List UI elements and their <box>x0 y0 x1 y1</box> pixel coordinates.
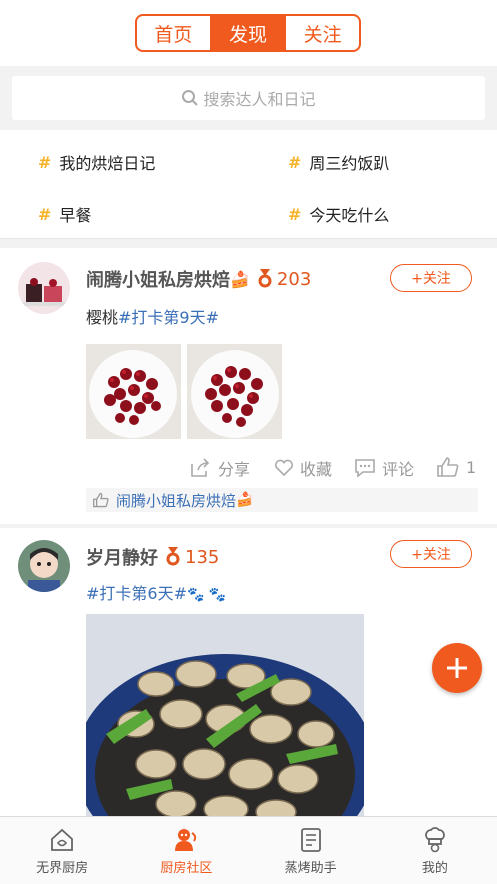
top-header: 首页 发现 关注 <box>0 0 497 66</box>
topic-label: 今天吃什么 <box>309 206 390 225</box>
medal-count: 203 <box>276 268 312 290</box>
share-label: 分享 <box>218 460 251 479</box>
liked-by-name[interactable]: 闹腾小姐私房烘焙 <box>116 490 236 511</box>
follow-button[interactable]: +关注 <box>390 264 472 292</box>
liked-by-emoji: 🍰 <box>236 492 254 508</box>
post-text: #打卡第6天#🐾 🐾 <box>86 580 226 604</box>
medal-badge: 203 <box>256 269 311 290</box>
community-person-icon <box>175 829 197 851</box>
topic-item[interactable]: # 周三约饭趴 <box>288 150 389 174</box>
search-icon <box>182 90 199 106</box>
post-image[interactable] <box>86 344 181 439</box>
post-text-plain: 樱桃 <box>86 308 119 327</box>
author-name: 闹腾小姐私房烘焙 <box>86 270 230 291</box>
avatar[interactable] <box>18 262 70 314</box>
topic-label: 周三约饭趴 <box>309 154 390 173</box>
top-tab-switcher: 首页 发现 关注 <box>135 14 361 52</box>
liked-by-bar: 闹腾小姐私房烘焙 🍰 <box>86 488 478 512</box>
like-count: 1 <box>466 457 477 477</box>
post-card: 岁月静好 135 +关注 #打卡第6天#🐾 🐾 <box>0 528 497 816</box>
medal-icon <box>166 547 180 566</box>
tab-label: 厨房社区 <box>160 861 213 876</box>
tab-following[interactable]: 关注 <box>286 16 359 50</box>
bottom-tab-bar: 无界厨房 厨房社区 蒸烤助手 我的 <box>0 816 497 884</box>
hash-icon: # <box>38 152 52 172</box>
topic-label: 早餐 <box>59 206 92 225</box>
post-actions: 分享 收藏 评论 1 <box>190 456 490 482</box>
tab-discover[interactable]: 发现 <box>211 16 287 50</box>
topic-item[interactable]: # 早餐 <box>38 202 91 226</box>
post-hashtag[interactable]: #打卡第6天# <box>86 584 187 603</box>
tab-steam-assistant[interactable]: 蒸烤助手 <box>249 817 373 884</box>
tab-home[interactable]: 首页 <box>137 16 212 50</box>
tab-label: 无界厨房 <box>36 861 89 876</box>
comment-label: 评论 <box>382 460 415 479</box>
tab-mine[interactable]: 我的 <box>373 817 497 884</box>
recipe-note-icon <box>300 828 321 852</box>
topic-item[interactable]: # 我的烘焙日记 <box>38 150 155 174</box>
post-card: 闹腾小姐私房烘焙 🍰 203 +关注 樱桃#打卡第9天# 分享 收藏 评论 1 <box>0 248 497 524</box>
avatar[interactable] <box>18 540 70 592</box>
author-name: 岁月静好 <box>86 548 158 569</box>
hash-icon: # <box>288 204 302 224</box>
post-emoji: 🐾 🐾 <box>187 587 227 603</box>
add-post-button[interactable] <box>432 643 482 693</box>
favorite-button[interactable]: 收藏 <box>274 456 332 480</box>
post-image[interactable] <box>187 344 282 439</box>
tab-community[interactable]: 厨房社区 <box>124 817 248 884</box>
hash-icon: # <box>38 204 52 224</box>
topic-label: 我的烘焙日记 <box>59 154 156 173</box>
tab-kitchen[interactable]: 无界厨房 <box>0 817 124 884</box>
medal-icon <box>258 269 272 288</box>
like-button[interactable]: 1 <box>436 456 476 478</box>
thumbs-up-icon <box>437 457 459 477</box>
author-emoji: 🍰 <box>230 269 250 289</box>
comment-button[interactable]: 评论 <box>354 456 414 480</box>
chef-hat-icon <box>425 827 445 853</box>
topic-list: # 我的烘焙日记 # 周三约饭趴 # 早餐 # 今天吃什么 <box>0 130 497 239</box>
thumbs-up-icon <box>93 492 109 508</box>
medal-badge: 135 <box>164 547 219 568</box>
post-image[interactable] <box>86 614 364 816</box>
topic-item[interactable]: # 今天吃什么 <box>288 202 389 226</box>
share-icon <box>191 458 210 477</box>
post-text: 樱桃#打卡第9天# <box>86 304 219 328</box>
post-author[interactable]: 闹腾小姐私房烘焙 🍰 203 <box>86 266 311 292</box>
search-input[interactable]: 搜索达人和日记 <box>12 76 485 120</box>
search-bar-container: 搜索达人和日记 <box>0 66 497 130</box>
hash-icon: # <box>288 152 302 172</box>
share-button[interactable]: 分享 <box>190 456 250 480</box>
follow-button[interactable]: +关注 <box>390 540 472 568</box>
tab-label: 蒸烤助手 <box>284 861 337 876</box>
post-hashtag[interactable]: #打卡第9天# <box>118 308 219 327</box>
kitchen-house-icon <box>51 828 74 851</box>
post-author[interactable]: 岁月静好 135 <box>86 544 219 570</box>
tab-label: 我的 <box>421 861 448 876</box>
search-placeholder: 搜索达人和日记 <box>203 90 316 109</box>
medal-count: 135 <box>185 546 220 568</box>
plus-icon <box>447 658 467 678</box>
comment-icon <box>355 459 375 478</box>
favorite-label: 收藏 <box>300 460 333 479</box>
heart-icon <box>274 459 294 477</box>
